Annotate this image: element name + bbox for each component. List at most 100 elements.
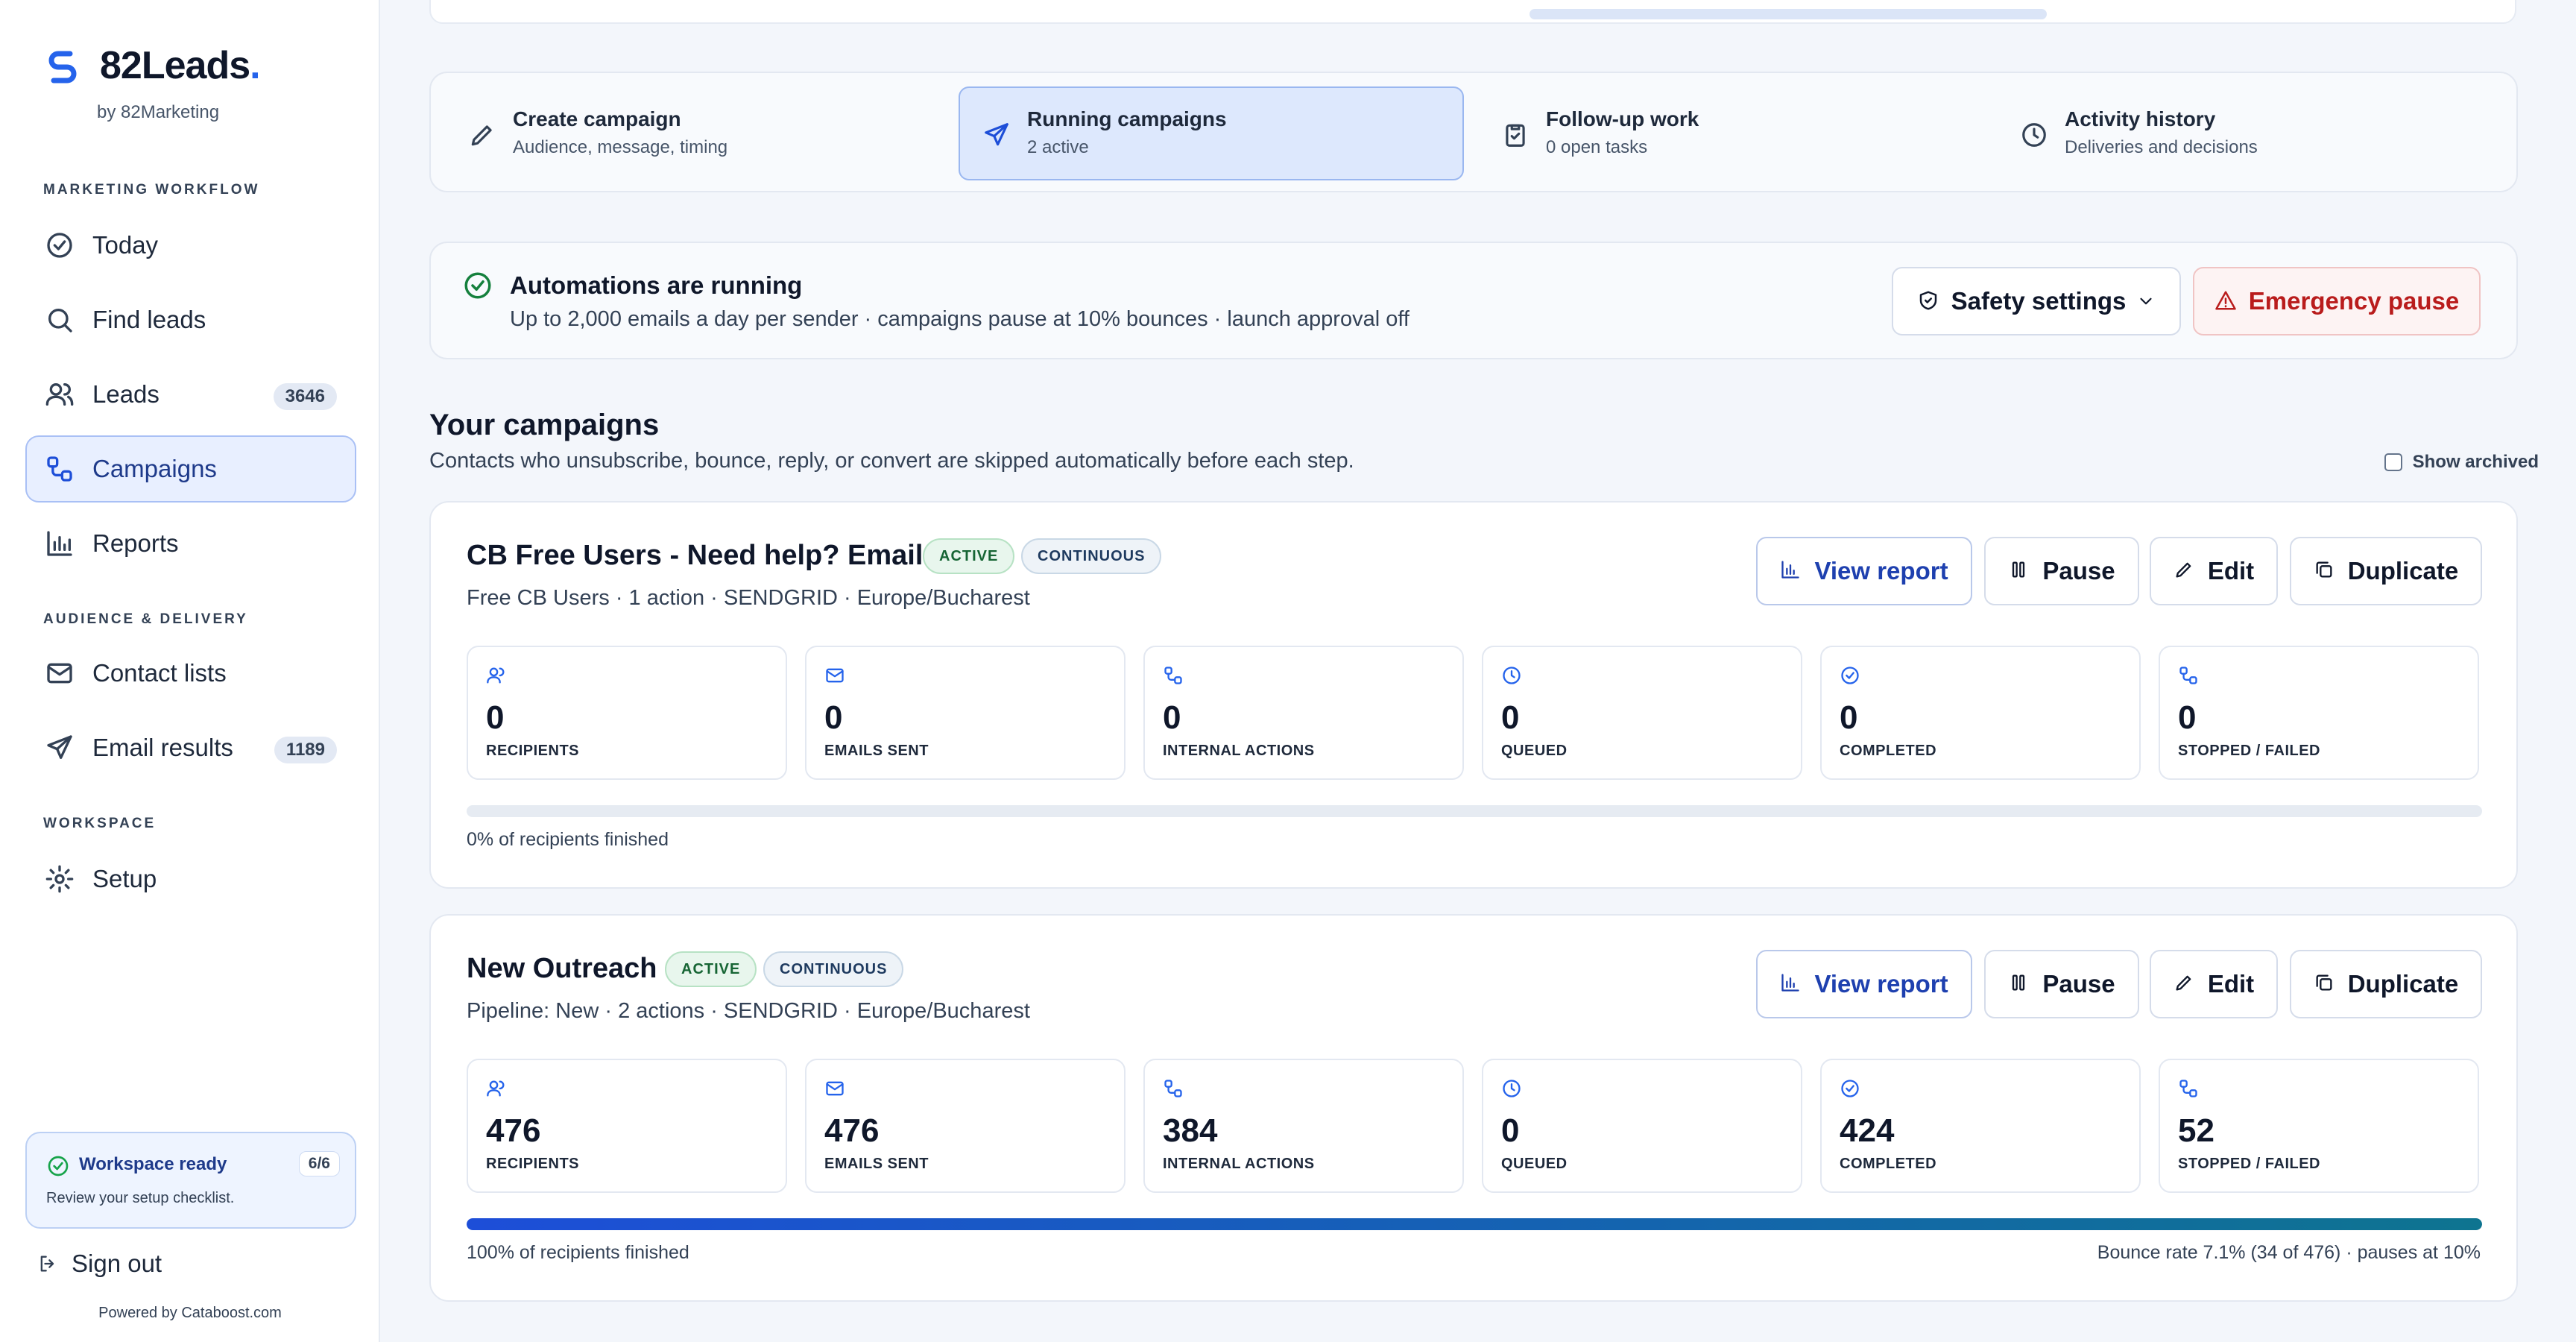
sidebar-item-contact-lists[interactable]: Contact lists: [25, 640, 356, 707]
sidebar-item-today[interactable]: Today: [25, 212, 356, 279]
stat-label: QUEUED: [1501, 743, 1568, 759]
clock-icon: [1501, 665, 1522, 686]
brand-subtitle: by 82Marketing: [97, 102, 220, 122]
edit-button[interactable]: Edit: [2150, 950, 2278, 1018]
step-running-campaigns[interactable]: Running campaigns 2 active: [959, 86, 1464, 180]
sidebar-item-label: Campaigns: [92, 455, 217, 482]
duplicate-button[interactable]: Duplicate: [2290, 537, 2482, 605]
clock-icon: [2020, 121, 2048, 149]
step-title: Follow-up work: [1546, 107, 1699, 130]
mail-icon: [824, 1078, 845, 1099]
view-report-button[interactable]: View report: [1756, 950, 1972, 1018]
sidebar-item-label: Leads: [92, 380, 160, 408]
show-archived-checkbox[interactable]: [2384, 453, 2402, 471]
users-icon: [486, 665, 507, 686]
section-subtitle: Contacts who unsubscribe, bounce, reply,…: [429, 449, 1354, 473]
stat-label: COMPLETED: [1840, 1156, 1937, 1172]
campaign-title[interactable]: New Outreach: [467, 953, 657, 985]
sidebar-item-reports[interactable]: Reports: [25, 510, 356, 577]
email-results-count-badge: 1189: [274, 737, 337, 763]
step-create-campaign[interactable]: Create campaign Audience, message, timin…: [444, 86, 950, 180]
top-strip-highlight: [1530, 9, 2047, 19]
users-icon: [486, 1078, 507, 1099]
campaign-card: CB Free Users - Need help? Email. ACTIVE…: [429, 501, 2518, 889]
progress-text: 100% of recipients finished: [467, 1242, 689, 1263]
workspace-ready-title: Workspace ready: [79, 1154, 227, 1174]
step-activity-history[interactable]: Activity history Deliveries and decision…: [1996, 86, 2501, 180]
shield-icon: [1917, 289, 1941, 313]
sidebar-item-find-leads[interactable]: Find leads: [25, 286, 356, 353]
workflow-icon: [2178, 1078, 2199, 1099]
stat-label: STOPPED / FAILED: [2178, 1156, 2320, 1172]
stat-recipients: 0 RECIPIENTS: [467, 646, 787, 780]
show-archived-toggle[interactable]: Show archived: [2384, 452, 2539, 473]
stat-label: EMAILS SENT: [824, 1156, 929, 1172]
sidebar-item-label: Setup: [92, 865, 157, 892]
campaign-meta: Free CB Users · 1 action · SENDGRID · Eu…: [467, 586, 1030, 610]
send-icon: [982, 121, 1011, 149]
stat-value: 52: [2178, 1112, 2214, 1149]
logo-mark-icon: [42, 45, 83, 86]
workflow-icon: [45, 454, 75, 484]
duplicate-button[interactable]: Duplicate: [2290, 950, 2482, 1018]
nav-section-workspace: WORKSPACE: [43, 816, 157, 831]
sidebar-item-label: Contact lists: [92, 659, 227, 687]
pause-label: Pause: [2042, 557, 2115, 585]
pause-button[interactable]: Pause: [1984, 537, 2139, 605]
sign-out-label: Sign out: [72, 1250, 162, 1277]
workspace-ready-card[interactable]: Workspace ready 6/6 Review your setup ch…: [25, 1132, 356, 1229]
stat-completed: 424 COMPLETED: [1820, 1059, 2141, 1193]
workflow-steps: Create campaign Audience, message, timin…: [429, 72, 2518, 192]
stat-value: 0: [1840, 699, 1858, 736]
step-title: Create campaign: [513, 107, 681, 130]
edit-label: Edit: [2207, 557, 2255, 585]
pause-label: Pause: [2042, 970, 2115, 998]
stat-label: EMAILS SENT: [824, 743, 929, 759]
sign-out-button[interactable]: Sign out: [37, 1250, 162, 1278]
step-follow-up-work[interactable]: Follow-up work 0 open tasks: [1477, 86, 1983, 180]
automation-subtitle: Up to 2,000 emails a day per sender · ca…: [510, 307, 1409, 331]
chevron-down-icon: [2136, 292, 2156, 311]
campaign-title[interactable]: CB Free Users - Need help? Email.: [467, 540, 931, 572]
sidebar-item-label: Reports: [92, 529, 179, 557]
view-report-label: View report: [1814, 970, 1948, 998]
pencil-icon: [2174, 972, 2197, 996]
edit-button[interactable]: Edit: [2150, 537, 2278, 605]
stat-label: INTERNAL ACTIONS: [1163, 1156, 1315, 1172]
stat-value: 0: [1501, 1112, 1520, 1149]
leads-count-badge: 3646: [273, 383, 337, 410]
stat-recipients: 476 RECIPIENTS: [467, 1059, 787, 1193]
stat-queued: 0 QUEUED: [1482, 646, 1802, 780]
nav-section-marketing: MARKETING WORKFLOW: [43, 182, 260, 198]
stat-label: RECIPIENTS: [486, 1156, 580, 1172]
check-circle-icon: [1840, 1078, 1860, 1099]
safety-settings-button[interactable]: Safety settings: [1892, 267, 2181, 336]
brand-logo[interactable]: 82Leads.: [42, 43, 261, 88]
send-icon: [45, 733, 75, 763]
sidebar-item-email-results[interactable]: Email results 1189: [25, 714, 356, 781]
bounce-rate-text: Bounce rate 7.1% (34 of 476) · pauses at…: [2097, 1242, 2481, 1263]
duplicate-label: Duplicate: [2347, 970, 2459, 998]
workspace-ready-subtitle: Review your setup checklist.: [46, 1190, 235, 1206]
sidebar-item-campaigns[interactable]: Campaigns: [25, 435, 356, 503]
campaign-meta: Pipeline: New · 2 actions · SENDGRID · E…: [467, 999, 1030, 1023]
step-title: Running campaigns: [1027, 107, 1227, 130]
stat-internal-actions: 384 INTERNAL ACTIONS: [1143, 1059, 1464, 1193]
stat-value: 0: [486, 699, 505, 736]
check-circle-icon: [45, 230, 75, 260]
sidebar-item-leads[interactable]: Leads 3646: [25, 361, 356, 428]
gear-icon: [45, 864, 75, 894]
powered-by[interactable]: Powered by Cataboost.com: [0, 1305, 380, 1322]
emergency-pause-button[interactable]: Emergency pause: [2193, 267, 2481, 336]
sidebar: 82Leads. by 82Marketing MARKETING WORKFL…: [0, 0, 380, 1342]
search-icon: [45, 305, 75, 335]
sidebar-item-label: Email results: [92, 734, 233, 761]
stat-value: 0: [2178, 699, 2197, 736]
stat-internal-actions: 0 INTERNAL ACTIONS: [1143, 646, 1464, 780]
bar-chart-icon: [1780, 559, 1804, 583]
step-subtitle: 2 active: [1027, 137, 1089, 157]
sidebar-item-setup[interactable]: Setup: [25, 845, 356, 913]
view-report-button[interactable]: View report: [1756, 537, 1972, 605]
brand-name: 82Leads.: [100, 44, 261, 87]
pause-button[interactable]: Pause: [1984, 950, 2139, 1018]
